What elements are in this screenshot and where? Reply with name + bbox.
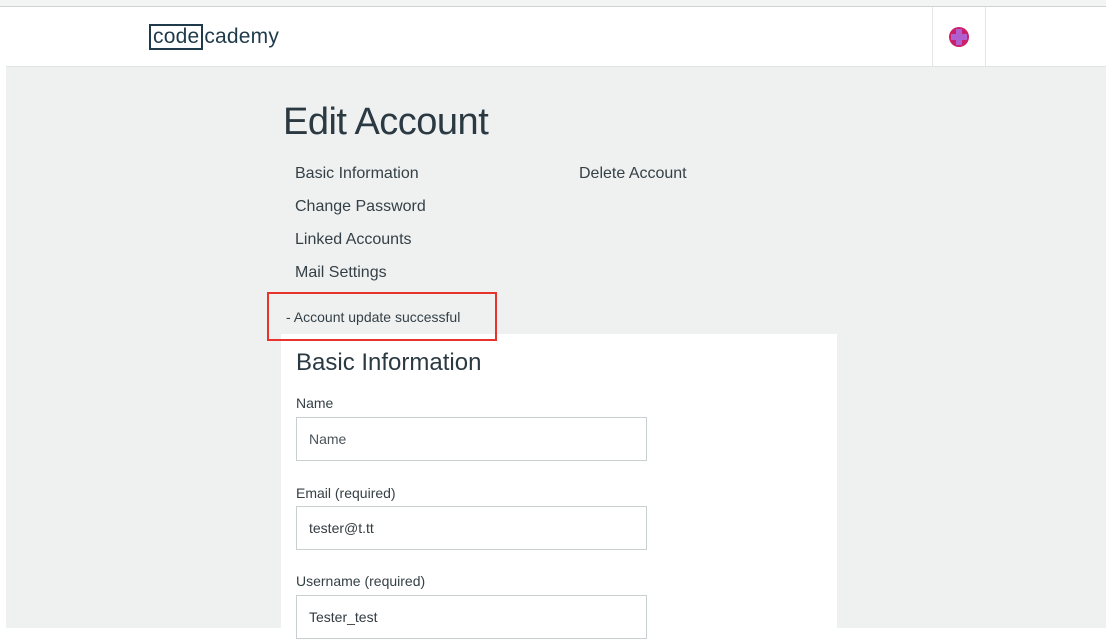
window-top-border — [0, 0, 1106, 7]
top-header: code cademy — [6, 7, 1106, 67]
codecademy-logo[interactable]: code cademy — [149, 24, 279, 50]
username-input[interactable] — [296, 595, 647, 639]
email-label: Email (required) — [296, 485, 396, 501]
nav-linked-accounts[interactable]: Linked Accounts — [295, 231, 412, 249]
page-title: Edit Account — [283, 101, 489, 143]
status-message: - Account update successful — [286, 309, 461, 325]
email-input[interactable] — [296, 506, 647, 550]
nav-change-password[interactable]: Change Password — [295, 198, 426, 216]
nav-basic-information[interactable]: Basic Information — [295, 165, 419, 183]
basic-information-card: Basic Information Name Email (required) … — [281, 334, 837, 639]
nav-mail-settings[interactable]: Mail Settings — [295, 264, 387, 282]
username-label: Username (required) — [296, 573, 426, 589]
avatar-pattern-horizontal — [951, 34, 967, 40]
logo-code-part: code — [149, 24, 204, 50]
logo-cademy-part: cademy — [204, 25, 280, 48]
card-title: Basic Information — [296, 349, 482, 376]
main-content: Edit Account Basic Information Change Pa… — [6, 67, 1106, 639]
avatar[interactable] — [949, 27, 969, 47]
nav-delete-account[interactable]: Delete Account — [579, 165, 687, 183]
user-menu[interactable] — [932, 7, 986, 66]
name-label: Name — [296, 395, 334, 411]
name-input[interactable] — [296, 417, 647, 461]
